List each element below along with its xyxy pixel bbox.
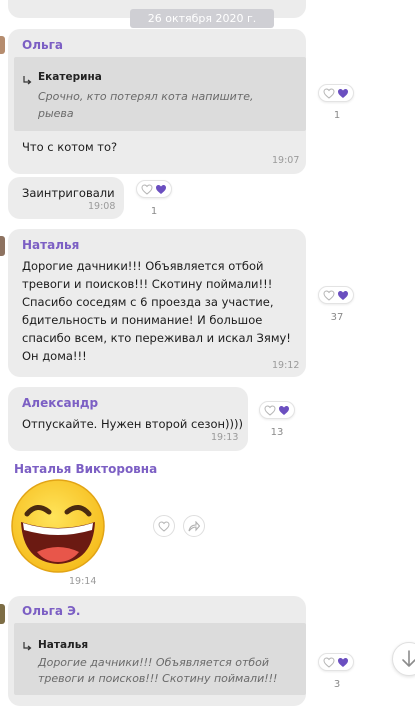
reaction-count: 3 (333, 679, 341, 690)
message-text: Что с котом то? (22, 140, 118, 154)
message-text-line: тревоги и поисков!!! Скотину поймали!!! (22, 277, 273, 291)
laughing-emoji-sticker (9, 478, 107, 578)
heart-outline-icon (323, 656, 335, 668)
message-bubble: Александр Отпускайте. Нужен второй сезон… (8, 387, 248, 451)
heart-outline-icon (323, 289, 335, 301)
scroll-down-icon (402, 650, 415, 667)
reply-text: тревоги и поисков!!! Скотину поймали!!! (38, 672, 278, 685)
reaction-bar[interactable] (318, 84, 354, 102)
reaction-bar[interactable] (259, 401, 295, 419)
reaction-count: 1 (150, 206, 158, 217)
heart-outline-icon (158, 520, 170, 532)
reply-arrow-icon (23, 71, 32, 90)
heart-outline-icon (264, 404, 276, 416)
message-text-line: Он дома!!! (22, 349, 87, 363)
message-time: 19:08 (88, 201, 116, 212)
avatar[interactable] (0, 236, 5, 256)
message-time: 19:14 (69, 576, 97, 587)
heart-filled-icon (338, 290, 348, 300)
message-bubble: Ольга Екатерина Срочно, кто потерял кота… (8, 29, 306, 174)
message-text: Заинтриговали (22, 186, 115, 200)
message-bubble: Заинтриговали 19:08 (8, 177, 124, 219)
scroll-down-button[interactable] (392, 642, 415, 676)
heart-outline-icon (141, 183, 153, 195)
avatar[interactable] (0, 36, 5, 54)
reply-quote[interactable]: Екатерина Срочно, кто потерял кота напиш… (14, 57, 306, 131)
message-time: 19:13 (211, 432, 239, 443)
reply-quote[interactable]: Наталья Дорогие дачники!!! Объявляется о… (14, 623, 306, 695)
share-button[interactable] (183, 515, 205, 537)
message-author[interactable]: Ольга Э. (22, 604, 81, 618)
heart-filled-icon (279, 405, 289, 415)
message-time: 19:12 (272, 360, 300, 371)
reaction-count: 1 (333, 110, 341, 121)
like-button[interactable] (153, 515, 175, 537)
reaction-count: 13 (270, 427, 284, 438)
heart-filled-icon (338, 657, 348, 667)
reply-text: Срочно, кто потерял кота напишите, (38, 90, 254, 103)
message-author[interactable]: Александр (22, 396, 98, 410)
message-text-line: Спасибо соседям с 6 проезда за участие, (22, 295, 274, 309)
message-author[interactable]: Ольга (22, 38, 63, 52)
message-text-line: Дорогие дачники!!! Объявляется отбой (22, 259, 264, 273)
message-bubble: Ольга Э. Наталья Дорогие дачники!!! Объя… (8, 596, 306, 706)
message-author[interactable]: Наталья (22, 238, 79, 252)
message-time: 19:07 (272, 155, 300, 166)
message-bubble: Наталья Дорогие дачники!!! Объявляется о… (8, 229, 306, 377)
reaction-count: 37 (330, 312, 344, 323)
share-icon (188, 520, 200, 531)
message-text-line: спасибо всем, кто переживал и искал Зяму… (22, 331, 291, 345)
reply-text: рыева (38, 107, 74, 120)
reply-arrow-icon (23, 637, 32, 656)
reply-author: Екатерина (38, 71, 102, 83)
date-separator: 26 октября 2020 г. (130, 9, 274, 28)
heart-outline-icon (323, 87, 335, 99)
message-author[interactable]: Наталья Викторовна (14, 462, 157, 476)
message-text: Отпускайте. Нужен второй сезон)))) (22, 417, 244, 431)
heart-filled-icon (156, 184, 166, 194)
message-text-line: бдительность и понимание! И большое (22, 313, 263, 327)
reply-author: Наталья (38, 639, 89, 651)
reaction-bar[interactable] (136, 180, 172, 198)
reply-text: Дорогие дачники!!! Объявляется отбой (38, 656, 270, 669)
avatar[interactable] (0, 604, 5, 624)
reaction-bar[interactable] (318, 286, 354, 304)
reaction-bar[interactable] (318, 653, 354, 671)
heart-filled-icon (338, 88, 348, 98)
